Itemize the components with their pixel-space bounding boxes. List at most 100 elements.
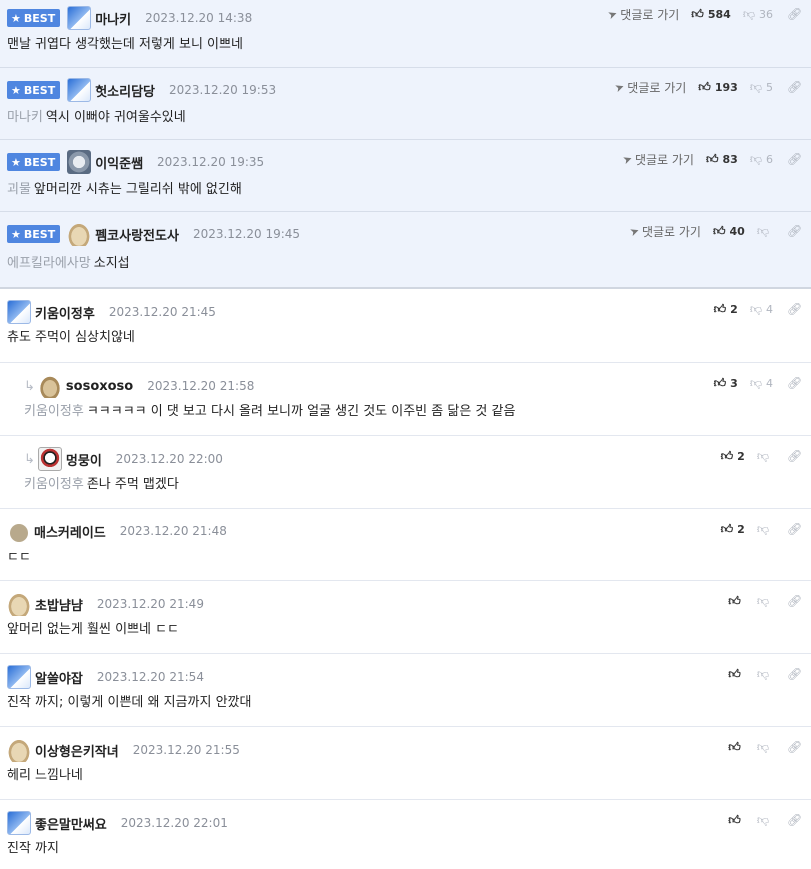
avatar[interactable] bbox=[67, 6, 92, 30]
comment-author[interactable]: 이익준쌤 bbox=[95, 153, 143, 172]
link-icon[interactable]: 🔗︎ bbox=[787, 7, 802, 21]
link-icon[interactable]: 🔗︎ bbox=[787, 376, 802, 390]
link-icon[interactable]: 🔗︎ bbox=[787, 152, 802, 166]
link-icon[interactable]: 🔗︎ bbox=[787, 667, 802, 681]
comment-author[interactable]: 좋은말만써요 bbox=[35, 814, 107, 833]
reply-target[interactable]: 괴물 bbox=[7, 182, 31, 197]
goto-comment-link[interactable]: ➤ 댓글로 가기 bbox=[628, 223, 701, 240]
downvote-button[interactable]: 👎︎ 4 bbox=[750, 302, 773, 317]
comment: 키움이정후 2023.12.20 21:45 👍︎ 2 👎︎ 4 🔗︎ 츄도 주먹이… bbox=[0, 289, 811, 363]
avatar[interactable] bbox=[7, 738, 31, 762]
avatar[interactable] bbox=[7, 665, 31, 689]
avatar[interactable] bbox=[67, 150, 92, 174]
comment-date: 2023.12.20 21:55 bbox=[132, 743, 240, 757]
avatar[interactable] bbox=[37, 447, 62, 471]
thumbs-down-icon: 👎︎ bbox=[756, 593, 769, 608]
downvote-button[interactable]: 👎︎ 4 bbox=[750, 376, 773, 391]
comment-text: 역시 이뻐야 귀여울수있네 bbox=[45, 110, 186, 125]
avatar[interactable] bbox=[10, 523, 28, 542]
link-icon[interactable]: 🔗︎ bbox=[787, 80, 802, 94]
reply-comment: ↳ 멍뭉이 2023.12.20 22:00 👍︎ 2 👎︎ 🔗︎ 키움이정후 존나… bbox=[0, 436, 811, 509]
link-icon[interactable]: 🔗︎ bbox=[787, 813, 802, 827]
goto-comment-link[interactable]: ➤ 댓글로 가기 bbox=[621, 151, 694, 168]
thumbs-up-icon: 👍︎ bbox=[728, 739, 741, 754]
avatar[interactable] bbox=[7, 300, 31, 324]
comment-author[interactable]: 펨코사랑전도사 bbox=[95, 225, 179, 244]
avatar[interactable] bbox=[37, 374, 62, 398]
comment-text: 헤리 느낌나네 bbox=[7, 768, 83, 783]
upvote-button[interactable]: 👍︎ 193 bbox=[698, 80, 738, 95]
goto-comment-link[interactable]: ➤ 댓글로 가기 bbox=[613, 79, 686, 96]
comment: 이상형은키작녀 2023.12.20 21:55 👍︎ 👎︎ 🔗︎ 헤리 느낌나… bbox=[0, 727, 811, 800]
downvote-button[interactable]: 👎︎ bbox=[757, 667, 773, 682]
link-icon[interactable]: 🔗︎ bbox=[787, 740, 802, 754]
reply-comment: ↳ sosoxoso 2023.12.20 21:58 👍︎ 3 👎︎ 4 🔗︎ 키… bbox=[0, 363, 811, 436]
reply-arrow-icon: ↳ bbox=[24, 378, 35, 394]
upvote-button[interactable]: 👍︎ bbox=[728, 740, 745, 755]
avatar[interactable] bbox=[7, 811, 31, 835]
link-icon[interactable]: 🔗︎ bbox=[787, 594, 802, 608]
comment-author[interactable]: 멍뭉이 bbox=[66, 450, 102, 469]
comment-date: 2023.12.20 21:58 bbox=[147, 379, 255, 393]
thumbs-down-icon: 👎︎ bbox=[756, 448, 769, 463]
thumbs-down-icon: 👎︎ bbox=[756, 666, 769, 681]
downvote-button[interactable]: 👎︎ 6 bbox=[750, 152, 773, 167]
upvote-button[interactable]: 👍︎ 2 bbox=[721, 522, 745, 537]
comment-author[interactable]: 키움이정후 bbox=[35, 303, 95, 322]
best-badge: ★ BEST bbox=[7, 225, 61, 243]
downvote-button[interactable]: 👎︎ bbox=[757, 224, 773, 239]
comment-author[interactable]: sosoxoso bbox=[66, 379, 133, 394]
downvote-button[interactable]: 👎︎ bbox=[757, 740, 773, 755]
comment-author[interactable]: 알쓸야잡 bbox=[35, 668, 83, 687]
comment: 초밥냠냠 2023.12.20 21:49 👍︎ 👎︎ 🔗︎ 앞머리 없는게 훨… bbox=[0, 581, 811, 654]
reply-target[interactable]: 에프킬라에사망 bbox=[7, 256, 91, 271]
downvote-button[interactable]: 👎︎ 36 bbox=[743, 7, 773, 22]
downvote-button[interactable]: 👎︎ bbox=[757, 522, 773, 537]
comment: 매스커레이드 2023.12.20 21:48 👍︎ 2 👎︎ 🔗︎ ㄷㄷ bbox=[0, 509, 811, 581]
best-badge: ★ BEST bbox=[7, 9, 61, 27]
link-icon[interactable]: 🔗︎ bbox=[787, 522, 802, 536]
upvote-button[interactable]: 👍︎ 3 bbox=[714, 376, 738, 391]
upvote-button[interactable]: 👍︎ 584 bbox=[691, 7, 731, 22]
upvote-button[interactable]: 👍︎ bbox=[728, 594, 745, 609]
upvote-button[interactable]: 👍︎ 83 bbox=[706, 152, 738, 167]
comment-text: 진작 까지 bbox=[7, 841, 59, 856]
reply-target[interactable]: 키움이정후 bbox=[24, 404, 84, 419]
comment-text: 존나 주먹 맵겠다 bbox=[86, 477, 179, 492]
comment-author[interactable]: 헛소리담당 bbox=[95, 81, 155, 100]
reply-target[interactable]: 키움이정후 bbox=[24, 477, 84, 492]
downvote-button[interactable]: 👎︎ bbox=[757, 594, 773, 609]
comment-date: 2023.12.20 19:35 bbox=[157, 155, 265, 169]
downvote-button[interactable]: 👎︎ bbox=[757, 449, 773, 464]
goto-comment-link[interactable]: ➤ 댓글로 가기 bbox=[606, 6, 679, 23]
upvote-button[interactable]: 👍︎ bbox=[728, 667, 745, 682]
link-icon[interactable]: 🔗︎ bbox=[787, 449, 802, 463]
comment-author[interactable]: 마나키 bbox=[95, 9, 131, 28]
link-icon[interactable]: 🔗︎ bbox=[787, 224, 802, 238]
best-comment: ★ BEST 이익준쌤 2023.12.20 19:35 ➤ 댓글로 가기 👍︎ 83… bbox=[0, 140, 811, 212]
thumbs-up-icon: 👍︎ bbox=[712, 223, 726, 238]
downvote-button[interactable]: 👎︎ bbox=[757, 813, 773, 828]
comment-text: 소지섭 bbox=[93, 256, 130, 271]
downvote-button[interactable]: 👎︎ 5 bbox=[750, 80, 773, 95]
thumbs-up-icon: 👍︎ bbox=[713, 375, 727, 390]
comment-author[interactable]: 초밥냠냠 bbox=[35, 595, 83, 614]
comment-text: 앞머리 없는게 훨씬 이쁘네 ㄷㄷ bbox=[7, 622, 180, 637]
upvote-button[interactable]: 👍︎ 40 bbox=[713, 224, 745, 239]
comment-author[interactable]: 매스커레이드 bbox=[34, 522, 106, 541]
upvote-button[interactable]: 👍︎ 2 bbox=[721, 449, 745, 464]
star-icon: ★ bbox=[11, 155, 21, 169]
reply-target[interactable]: 마나키 bbox=[7, 110, 43, 125]
avatar[interactable] bbox=[67, 78, 92, 102]
thumbs-down-icon: 👎︎ bbox=[756, 739, 769, 754]
star-icon: ★ bbox=[11, 227, 21, 241]
comment-date: 2023.12.20 21:48 bbox=[119, 524, 227, 538]
comment: 알쓸야잡 2023.12.20 21:54 👍︎ 👎︎ 🔗︎ 진작 까지; 이렇… bbox=[0, 654, 811, 727]
upvote-button[interactable]: 👍︎ bbox=[728, 813, 745, 828]
avatar[interactable] bbox=[7, 592, 31, 616]
comment-text: 츄도 주먹이 심상치않네 bbox=[7, 330, 135, 345]
upvote-button[interactable]: 👍︎ 2 bbox=[714, 302, 738, 317]
avatar[interactable] bbox=[67, 222, 92, 246]
link-icon[interactable]: 🔗︎ bbox=[787, 302, 802, 316]
comment-author[interactable]: 이상형은키작녀 bbox=[35, 741, 119, 760]
